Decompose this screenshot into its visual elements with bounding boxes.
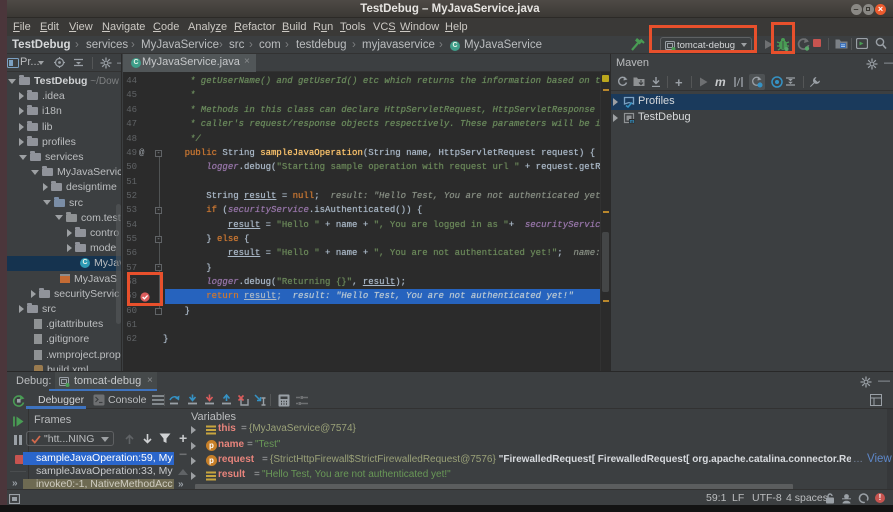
- svg-text:m: m: [630, 119, 635, 124]
